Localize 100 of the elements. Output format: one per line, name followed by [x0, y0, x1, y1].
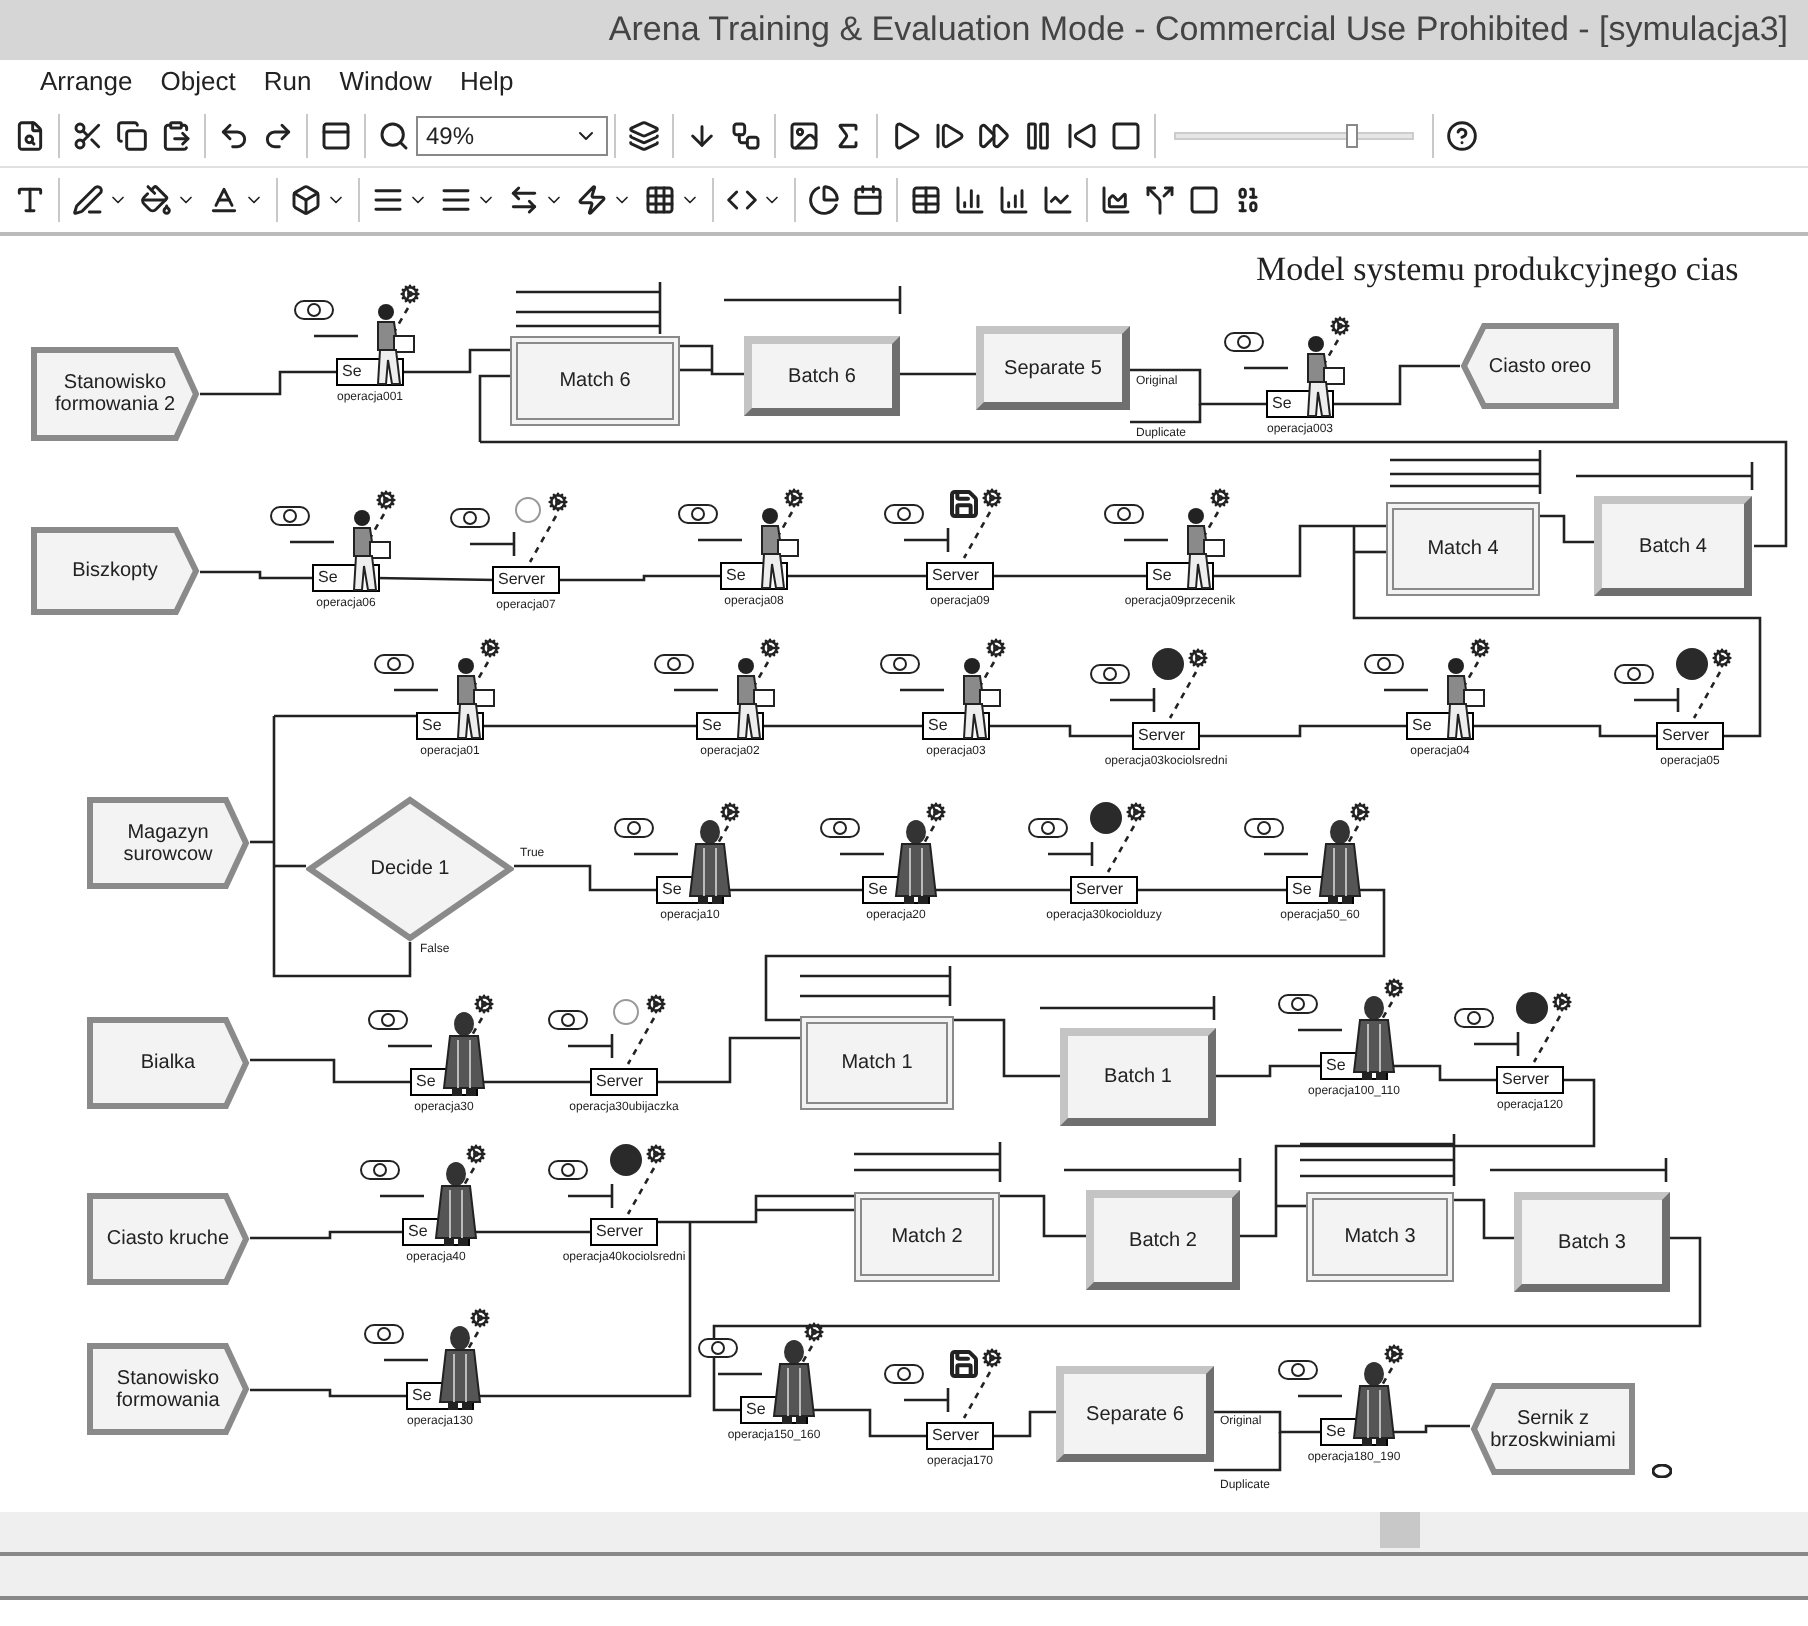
- capsule-icon: [1278, 994, 1318, 1014]
- gear-icon: [400, 284, 420, 304]
- match-module[interactable]: Match 2: [854, 1192, 1000, 1282]
- capsule-icon: [548, 1160, 588, 1180]
- menu-item[interactable]: Arrange: [40, 62, 133, 102]
- batch-module[interactable]: Batch 1: [1060, 1028, 1216, 1126]
- server-box: Server: [926, 1422, 994, 1450]
- hooded-figure-icon: [438, 1324, 482, 1412]
- gear-icon: [1188, 648, 1208, 668]
- capsule-icon: [884, 1364, 924, 1384]
- hooded-figure-icon: [442, 1010, 486, 1098]
- capsule-icon: [884, 504, 924, 524]
- capsule-icon: [1364, 654, 1404, 674]
- match-module[interactable]: Match 6: [510, 336, 680, 426]
- capsule-icon: [820, 818, 860, 838]
- match-module[interactable]: Match 4: [1386, 502, 1540, 596]
- gear-icon: [760, 638, 780, 658]
- capsule-icon: [1224, 332, 1264, 352]
- hooded-figure-icon: [894, 818, 938, 906]
- capsule-icon: [654, 654, 694, 674]
- server-box: Server: [1132, 722, 1200, 750]
- capsule-icon: [1028, 818, 1068, 838]
- server-box: Server: [590, 1218, 658, 1246]
- capsule-icon: [360, 1160, 400, 1180]
- gear-icon: [376, 490, 396, 510]
- capsule-icon: [698, 1338, 738, 1358]
- server-box: Server: [1496, 1066, 1564, 1094]
- line-width-icon: [372, 184, 404, 216]
- gear-icon: [1712, 648, 1732, 668]
- horizontal-scrollbar[interactable]: [0, 1512, 1808, 1556]
- gear-icon: [986, 638, 1006, 658]
- circle-icon: [612, 998, 640, 1026]
- capsule-icon: [1090, 664, 1130, 684]
- filled-circle-icon: [1152, 648, 1184, 680]
- server-box: Server: [590, 1068, 658, 1096]
- zoom-dropdown[interactable]: 49%: [416, 115, 608, 155]
- filled-circle-icon: [1090, 802, 1122, 834]
- decide-module[interactable]: Decide 1: [306, 796, 514, 942]
- server-box: Server: [1070, 876, 1138, 904]
- gear-icon: [646, 994, 666, 1014]
- batch-module[interactable]: Batch 6: [744, 336, 900, 416]
- menu-item[interactable]: Run: [263, 62, 312, 102]
- capsule-icon: [450, 508, 490, 528]
- gear-icon: [480, 638, 500, 658]
- gear-icon: [646, 1144, 666, 1164]
- title-bar: Arena Training & Evaluation Mode - Commercial Use Prohibited - [symulacja3]: [0, 0, 1808, 60]
- capsule-icon: [374, 654, 414, 674]
- capsule-icon: [880, 654, 920, 674]
- gear-icon: [1210, 488, 1230, 508]
- gear-icon: [470, 1308, 490, 1328]
- dispose-module[interactable]: Ciasto oreo: [1460, 322, 1620, 410]
- match-module[interactable]: Match 3: [1306, 1192, 1454, 1282]
- hooded-figure-icon: [1352, 994, 1396, 1082]
- gear-icon: [1350, 802, 1370, 822]
- line-style-icon: [440, 184, 472, 216]
- create-module[interactable]: Biszkopty: [30, 526, 200, 616]
- dispose-module[interactable]: Sernik z brzoskwiniami: [1470, 1382, 1636, 1476]
- diagram-title: Model systemu produkcyjnego cias: [1256, 248, 1739, 292]
- gear-icon: [1384, 1344, 1404, 1364]
- hooded-figure-icon: [1318, 818, 1362, 906]
- menu-item[interactable]: Window: [339, 62, 432, 102]
- code-icon: [726, 184, 758, 216]
- gear-icon: [1126, 802, 1146, 822]
- hooded-figure-icon: [688, 818, 732, 906]
- create-module[interactable]: Magazyn surowcow: [86, 796, 250, 890]
- batch-module[interactable]: Batch 3: [1514, 1192, 1670, 1292]
- capsule-icon: [1454, 1008, 1494, 1028]
- create-module[interactable]: Stanowisko formowania: [86, 1342, 250, 1436]
- match-module[interactable]: Match 1: [800, 1016, 954, 1110]
- speed-slider[interactable]: [1174, 121, 1414, 149]
- gear-icon: [720, 802, 740, 822]
- line-pattern-icon: [576, 184, 608, 216]
- pen-icon: [72, 184, 104, 216]
- menu-item[interactable]: Help: [459, 62, 514, 102]
- batch-module[interactable]: Batch 4: [1594, 496, 1752, 596]
- scroll-thumb[interactable]: [1380, 1512, 1420, 1548]
- capsule-icon: [364, 1324, 404, 1344]
- server-box: Server: [926, 562, 994, 590]
- server-box: Server: [492, 566, 560, 594]
- gear-icon: [784, 488, 804, 508]
- separate-module[interactable]: Separate 5: [976, 326, 1130, 410]
- separate-module[interactable]: Separate 6: [1056, 1366, 1214, 1462]
- hatch-icon: [644, 184, 676, 216]
- hooded-figure-icon: [1352, 1360, 1396, 1448]
- create-module[interactable]: Stanowisko formowania 2: [30, 346, 200, 442]
- capsule-icon: [614, 818, 654, 838]
- gear-icon: [1470, 638, 1490, 658]
- menu-item[interactable]: Object: [160, 62, 236, 102]
- gear-icon: [804, 1322, 824, 1342]
- server-box: Server: [1656, 722, 1724, 750]
- capsule-icon: [1614, 664, 1654, 684]
- create-module[interactable]: Bialka: [86, 1016, 250, 1110]
- gear-icon: [1552, 992, 1572, 1012]
- gear-icon: [1384, 978, 1404, 998]
- create-module[interactable]: Ciasto kruche: [86, 1192, 250, 1286]
- capsule-icon: [1104, 504, 1144, 524]
- font-color-icon: [208, 184, 240, 216]
- gear-icon: [926, 802, 946, 822]
- gear-icon: [548, 492, 568, 512]
- batch-module[interactable]: Batch 2: [1086, 1190, 1240, 1290]
